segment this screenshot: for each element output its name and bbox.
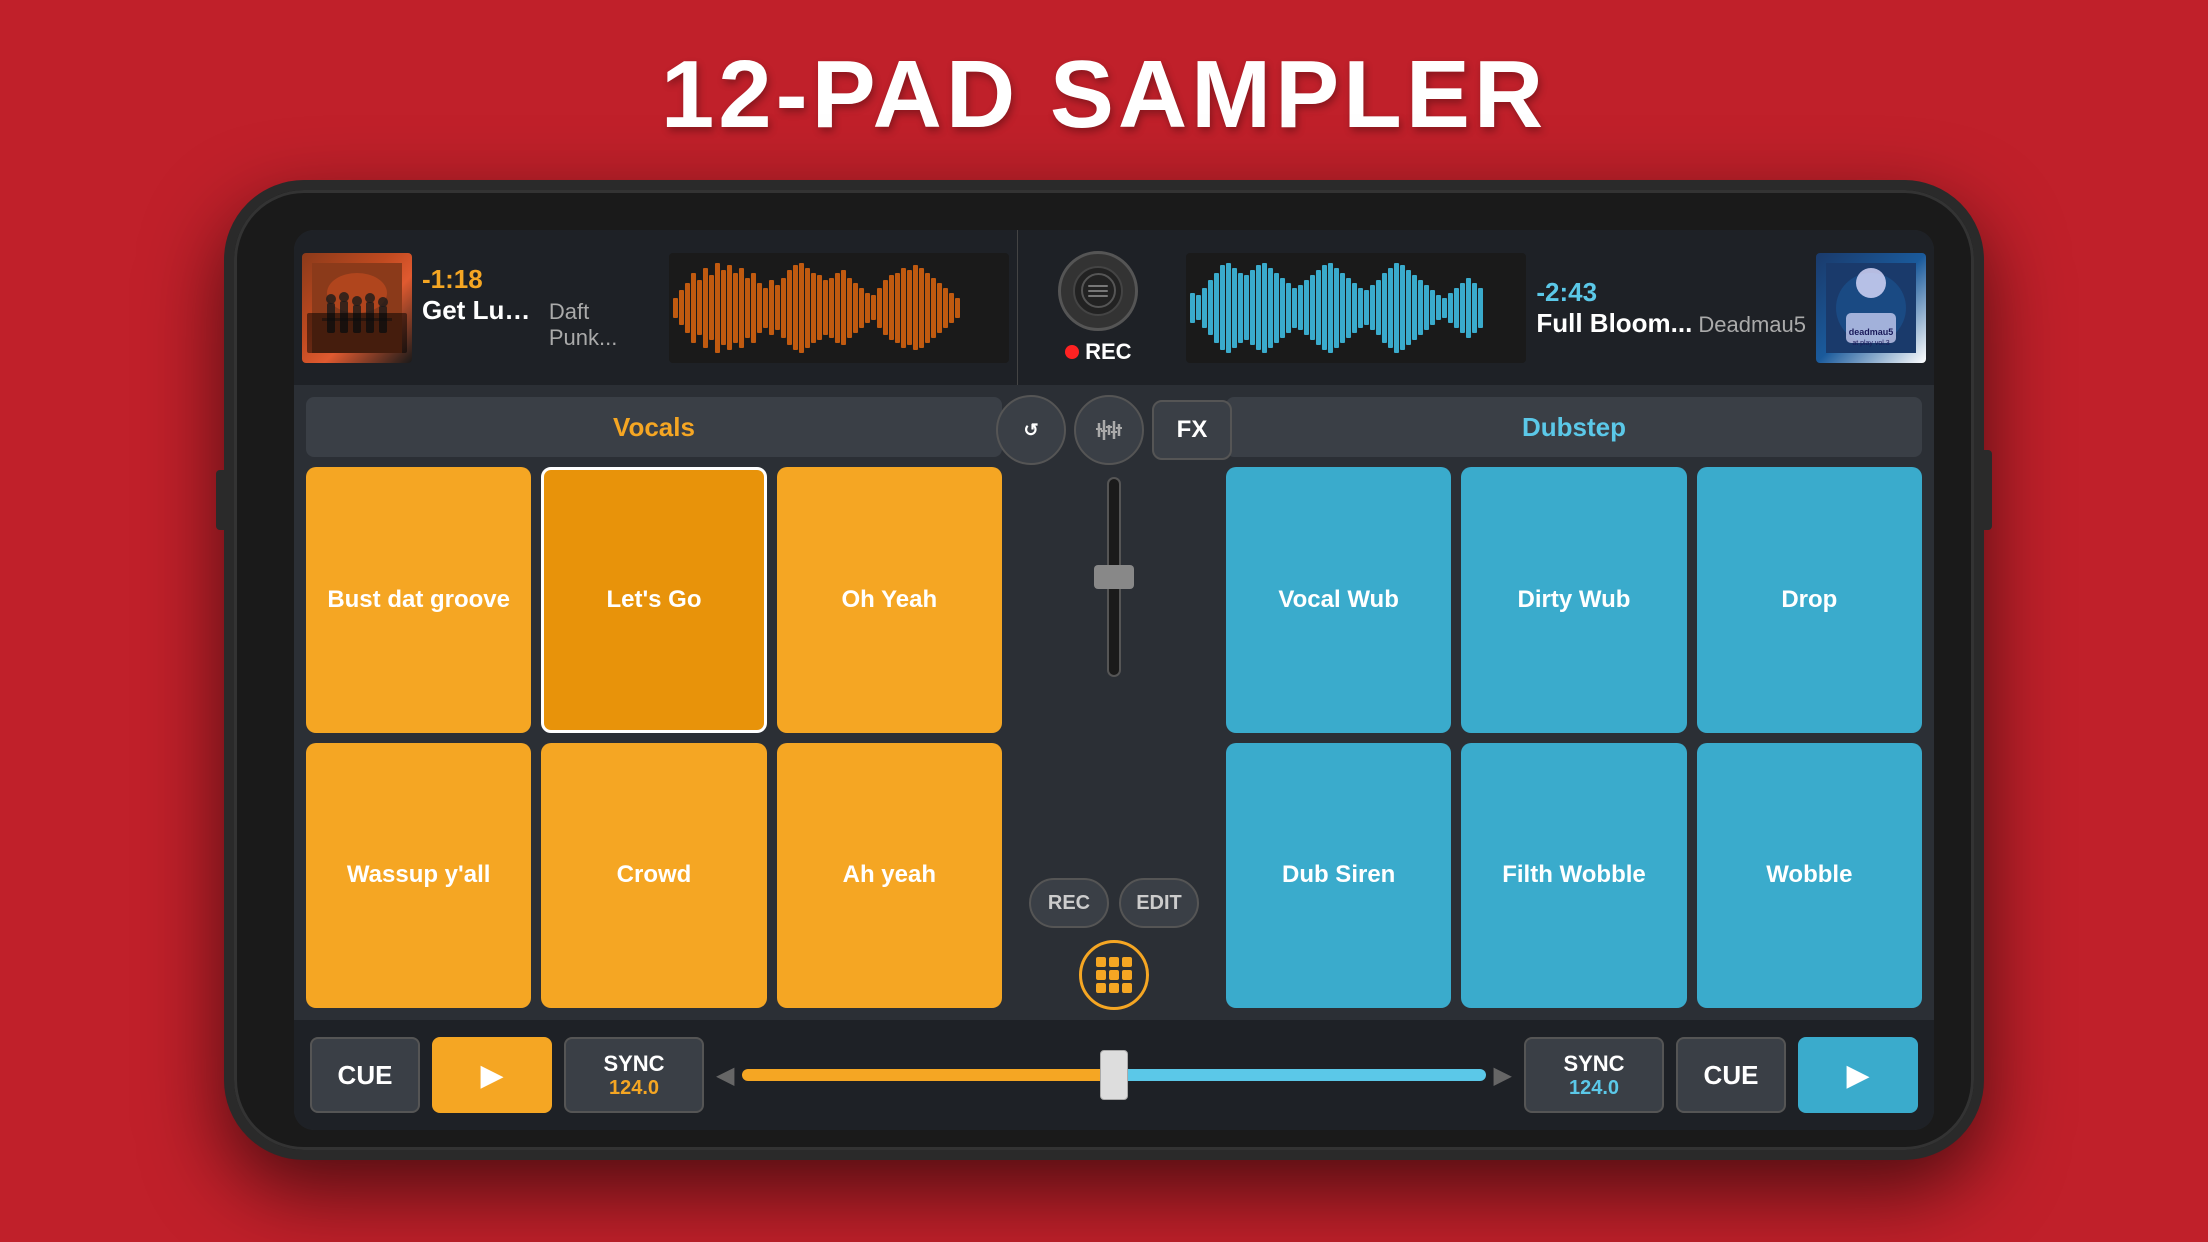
pitch-fader-track[interactable] [1107,477,1121,677]
page-title: 12-PAD SAMPLER [661,40,1547,150]
crossfader-arrow-right: ▶ [1494,1061,1512,1090]
fx-button[interactable]: FX [1152,400,1232,460]
crossfader-track[interactable] [742,1069,1485,1081]
sync-button-right[interactable]: SYNC 124.0 [1524,1037,1664,1113]
pitch-fader-thumb[interactable] [1094,565,1134,589]
phone-body: -1:18 Get Lucky Daft Punk... [224,180,1984,1160]
album-art-left [302,253,412,363]
track-info-left: -1:18 Get Lucky Daft Punk... [422,264,659,351]
track-name-right: Full Bloom... [1536,308,1692,339]
phone-screen: -1:18 Get Lucky Daft Punk... [294,230,1934,1130]
edit-button[interactable]: EDIT [1119,878,1199,928]
track-artist-left: Daft Punk... [549,299,660,351]
phone-device: -1:18 Get Lucky Daft Punk... [224,180,1984,1160]
sync-bpm-left: 124.0 [609,1077,659,1100]
left-category-label: Vocals [306,397,1002,457]
pad-right-5[interactable]: Filth Wobble [1461,743,1686,1009]
pad-right-6[interactable]: Wobble [1697,743,1922,1009]
track-right: -2:43 Full Bloom... Deadmau5 deadmau5 [1178,230,1934,385]
center-column: ↺ [1014,385,1214,1020]
crossfader-fill-right [1114,1069,1486,1081]
pad-left-5[interactable]: Crowd [541,743,766,1009]
pad-section-right: Dubstep Vocal Wub Dirty Wub Drop Dub Sir… [1214,385,1934,1020]
phone-side-button-left [216,470,230,530]
sync-label-right: SYNC [1563,1051,1624,1077]
rec-indicator [1065,345,1079,359]
pad-left-4[interactable]: Wassup y'all [306,743,531,1009]
crossfader-wrap: ◀ ▶ [716,1061,1512,1090]
eq-button[interactable] [1074,395,1144,465]
track-time-left: -1:18 [422,264,659,295]
pad-left-2[interactable]: Let's Go [541,467,766,733]
grid-icon [1096,957,1132,993]
rec-label: REC [1085,339,1131,365]
cue-button-right[interactable]: CUE [1676,1037,1786,1113]
transport-bar: CUE ▶ SYNC 124.0 ◀ ▶ [294,1020,1934,1130]
pad-right-1[interactable]: Vocal Wub [1226,467,1451,733]
center-top-controls: REC [1018,230,1178,385]
right-category-label: Dubstep [1226,397,1922,457]
center-top-buttons: ↺ [996,395,1232,465]
pad-left-1[interactable]: Bust dat groove [306,467,531,733]
track-name-left: Get Lucky [422,295,543,326]
pad-section-left: Vocals Bust dat groove Let's Go Oh Yeah … [294,385,1014,1020]
album-art-right: deadmau5 at play vol.3 [1816,253,1926,363]
rec-center-button[interactable]: REC [1029,878,1109,928]
loop-button[interactable]: ↺ [996,395,1066,465]
track-left: -1:18 Get Lucky Daft Punk... [294,230,1018,385]
svg-text:deadmau5: deadmau5 [1849,327,1894,337]
phone-side-button-right [1978,450,1992,530]
pad-right-3[interactable]: Drop [1697,467,1922,733]
vinyl-button[interactable] [1058,251,1138,331]
pitch-fader-wrap [1019,477,1209,866]
left-pad-grid: Bust dat groove Let's Go Oh Yeah Wassup … [306,467,1002,1008]
album-art-right-image: deadmau5 at play vol.3 [1826,263,1916,353]
top-bar: -1:18 Get Lucky Daft Punk... [294,230,1934,385]
rec-button[interactable]: REC [1065,339,1131,365]
crossfader-fill-left [742,1069,1114,1081]
crossfader-arrow-left: ◀ [716,1061,734,1090]
pad-right-2[interactable]: Dirty Wub [1461,467,1686,733]
right-pad-grid: Vocal Wub Dirty Wub Drop Dub Siren Filth… [1226,467,1922,1008]
grid-button[interactable] [1079,940,1149,1010]
mixer-area: Vocals Bust dat groove Let's Go Oh Yeah … [294,385,1934,1020]
album-art-left-image [312,263,402,353]
pad-left-3[interactable]: Oh Yeah [777,467,1002,733]
track-info-right: -2:43 Full Bloom... Deadmau5 [1536,277,1806,339]
pad-right-4[interactable]: Dub Siren [1226,743,1451,1009]
cue-button-left[interactable]: CUE [310,1037,420,1113]
track-artist-right: Deadmau5 [1698,312,1806,338]
svg-text:at play vol.3: at play vol.3 [1852,340,1889,347]
play-button-left[interactable]: ▶ [432,1037,552,1113]
crossfader-thumb[interactable] [1100,1050,1128,1100]
track-time-right: -2:43 [1536,277,1806,308]
sync-bpm-right: 124.0 [1569,1077,1619,1100]
center-bottom-buttons: REC EDIT [1029,878,1199,928]
sync-label-left: SYNC [603,1051,664,1077]
waveform-left [669,253,1009,363]
pad-left-6[interactable]: Ah yeah [777,743,1002,1009]
eq-icon [1094,415,1124,445]
sync-button-left[interactable]: SYNC 124.0 [564,1037,704,1113]
play-button-right[interactable]: ▶ [1798,1037,1918,1113]
waveform-right [1186,253,1526,363]
